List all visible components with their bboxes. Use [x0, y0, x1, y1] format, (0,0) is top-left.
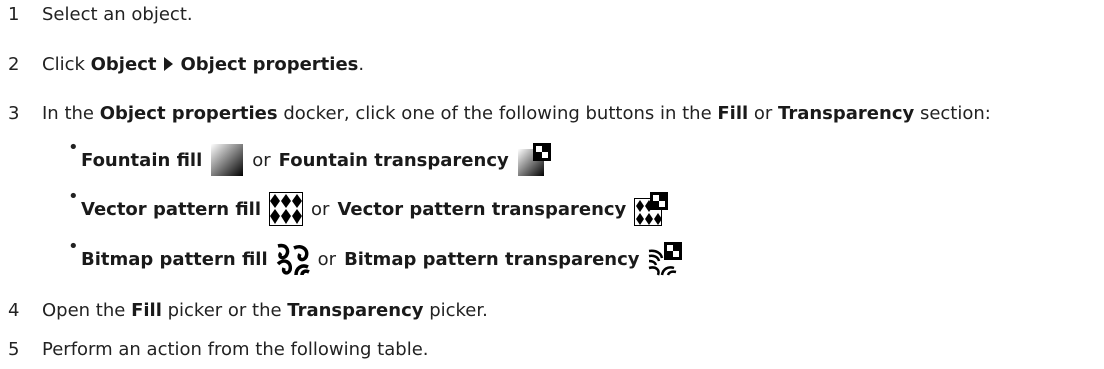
step-number: 5: [8, 339, 20, 360]
step-text-plain: picker or the: [161, 300, 288, 321]
step-text: Select an object.: [42, 4, 193, 25]
step-text: Open the Fill picker or the Transparency…: [42, 300, 488, 321]
step-text-plain: Open the: [42, 300, 132, 321]
step-text-plain: .: [358, 54, 365, 75]
transparency-picker: Transparency: [287, 300, 424, 321]
transparency-label: Fountain transparency: [278, 149, 509, 171]
bullet-dot: •: [68, 186, 79, 207]
or-text: or: [252, 149, 271, 171]
fill-label: Fountain fill: [81, 149, 203, 171]
vector-pattern-fill-icon[interactable]: [269, 192, 304, 226]
step-text-plain: section:: [914, 103, 991, 124]
menu-arrow-icon: [164, 57, 174, 71]
section-fill: Fill: [717, 103, 749, 124]
fill-label: Vector pattern fill: [81, 198, 262, 220]
step-text-plain: picker.: [423, 300, 488, 321]
step-text-plain: docker, click one of the following butto…: [277, 103, 718, 124]
step-text-plain: In the: [42, 103, 100, 124]
fountain-transparency-icon[interactable]: [517, 143, 551, 177]
bullet-dot: •: [68, 137, 79, 158]
docker-name: Object properties: [99, 103, 278, 124]
step-text: In the Object properties docker, click o…: [42, 103, 991, 124]
step-number: 4: [8, 300, 20, 321]
step-text: Perform an action from the following tab…: [42, 339, 429, 360]
menu-object-properties: Object properties: [180, 54, 359, 75]
fill-picker: Fill: [131, 300, 162, 321]
step-text-plain: Click: [42, 54, 91, 75]
bitmap-pattern-transparency-icon[interactable]: [647, 242, 682, 276]
procedure-document: 1 Select an object. 2 Click Object Object…: [0, 0, 1104, 369]
bitmap-pattern-fill-icon[interactable]: [275, 242, 310, 276]
transparency-label: Vector pattern transparency: [337, 198, 627, 220]
step-number: 1: [8, 4, 20, 25]
vector-pattern-transparency-icon[interactable]: [634, 192, 669, 226]
section-transparency: Transparency: [778, 103, 915, 124]
fill-label: Bitmap pattern fill: [81, 248, 268, 270]
step-number: 2: [8, 54, 20, 75]
fountain-fill-icon[interactable]: [210, 143, 244, 177]
step-text-plain: or: [748, 103, 779, 124]
step-text: Click Object Object properties.: [42, 54, 364, 75]
transparency-label: Bitmap pattern transparency: [344, 248, 640, 270]
step-number: 3: [8, 103, 20, 124]
menu-object: Object: [90, 54, 157, 75]
or-text: or: [317, 248, 337, 270]
or-text: or: [311, 198, 330, 220]
bullet-dot: •: [68, 236, 79, 257]
